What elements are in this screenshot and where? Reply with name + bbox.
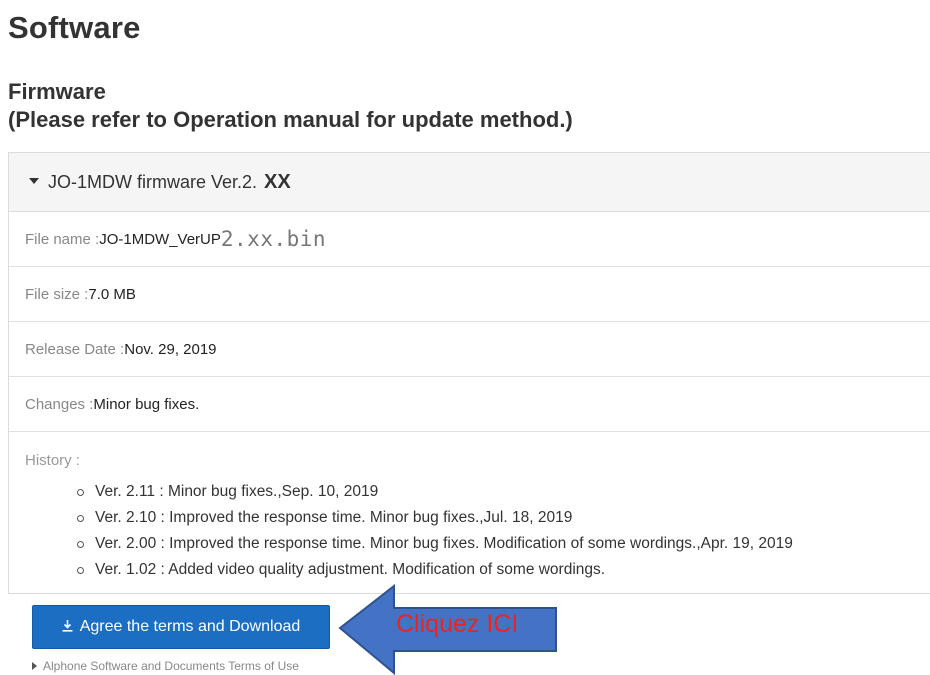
history-label: History : <box>25 452 81 469</box>
caret-right-icon <box>32 662 37 670</box>
release-date-value: Nov. 29, 2019 <box>124 340 217 358</box>
file-name-label: File name : <box>25 230 100 248</box>
history-list: Ver. 2.11 : Minor bug fixes.,Sep. 10, 20… <box>25 479 930 583</box>
release-date-label: Release Date : <box>25 340 125 358</box>
history-item: Ver. 2.11 : Minor bug fixes.,Sep. 10, 20… <box>77 479 930 505</box>
caret-down-icon <box>29 178 39 184</box>
release-date-row: Release Date : Nov. 29, 2019 <box>9 322 930 377</box>
agree-download-label: Agree the terms and Download <box>79 618 301 635</box>
file-name-suffix: 2.xx.bin <box>220 227 327 251</box>
history-section: History : Ver. 2.11 : Minor bug fixes.,S… <box>9 432 930 583</box>
section-title: Firmware <box>8 79 106 104</box>
history-item: Ver. 2.10 : Improved the response time. … <box>77 505 930 531</box>
firmware-title-version: XX <box>264 170 291 193</box>
annotation-text: Cliquez ICI <box>396 610 519 638</box>
terms-of-use-link[interactable]: Alphone Software and Documents Terms of … <box>32 659 299 673</box>
file-size-value: 7.0 MB <box>88 285 136 303</box>
page: Software Firmware (Please refer to Opera… <box>0 0 930 675</box>
agree-download-button[interactable]: Agree the terms and Download <box>32 605 330 649</box>
file-size-label: File size : <box>25 285 89 303</box>
changes-label: Changes : <box>25 395 94 413</box>
history-item: Ver. 1.02 : Added video quality adjustme… <box>77 557 930 583</box>
firmware-panel: JO-1MDW firmware Ver.2. XX File name : J… <box>8 152 930 594</box>
section-heading: Firmware (Please refer to Operation manu… <box>8 78 573 134</box>
firmware-title-main: JO-1MDW firmware Ver.2. <box>48 171 258 192</box>
firmware-panel-header[interactable]: JO-1MDW firmware Ver.2. XX <box>9 153 930 212</box>
changes-row: Changes : Minor bug fixes. <box>9 377 930 432</box>
history-item: Ver. 2.00 : Improved the response time. … <box>77 531 930 557</box>
terms-of-use-label: Alphone Software and Documents Terms of … <box>43 659 299 673</box>
page-title: Software <box>8 10 141 45</box>
changes-value: Minor bug fixes. <box>93 395 200 413</box>
file-size-row: File size : 7.0 MB <box>9 267 930 322</box>
firmware-title: JO-1MDW firmware Ver.2. XX <box>48 171 291 194</box>
file-name-value: JO-1MDW_VerUP <box>99 230 221 248</box>
download-icon <box>62 619 73 635</box>
section-subtitle: (Please refer to Operation manual for up… <box>8 107 573 132</box>
file-name-row: File name : JO-1MDW_VerUP 2.xx.bin <box>9 212 930 267</box>
